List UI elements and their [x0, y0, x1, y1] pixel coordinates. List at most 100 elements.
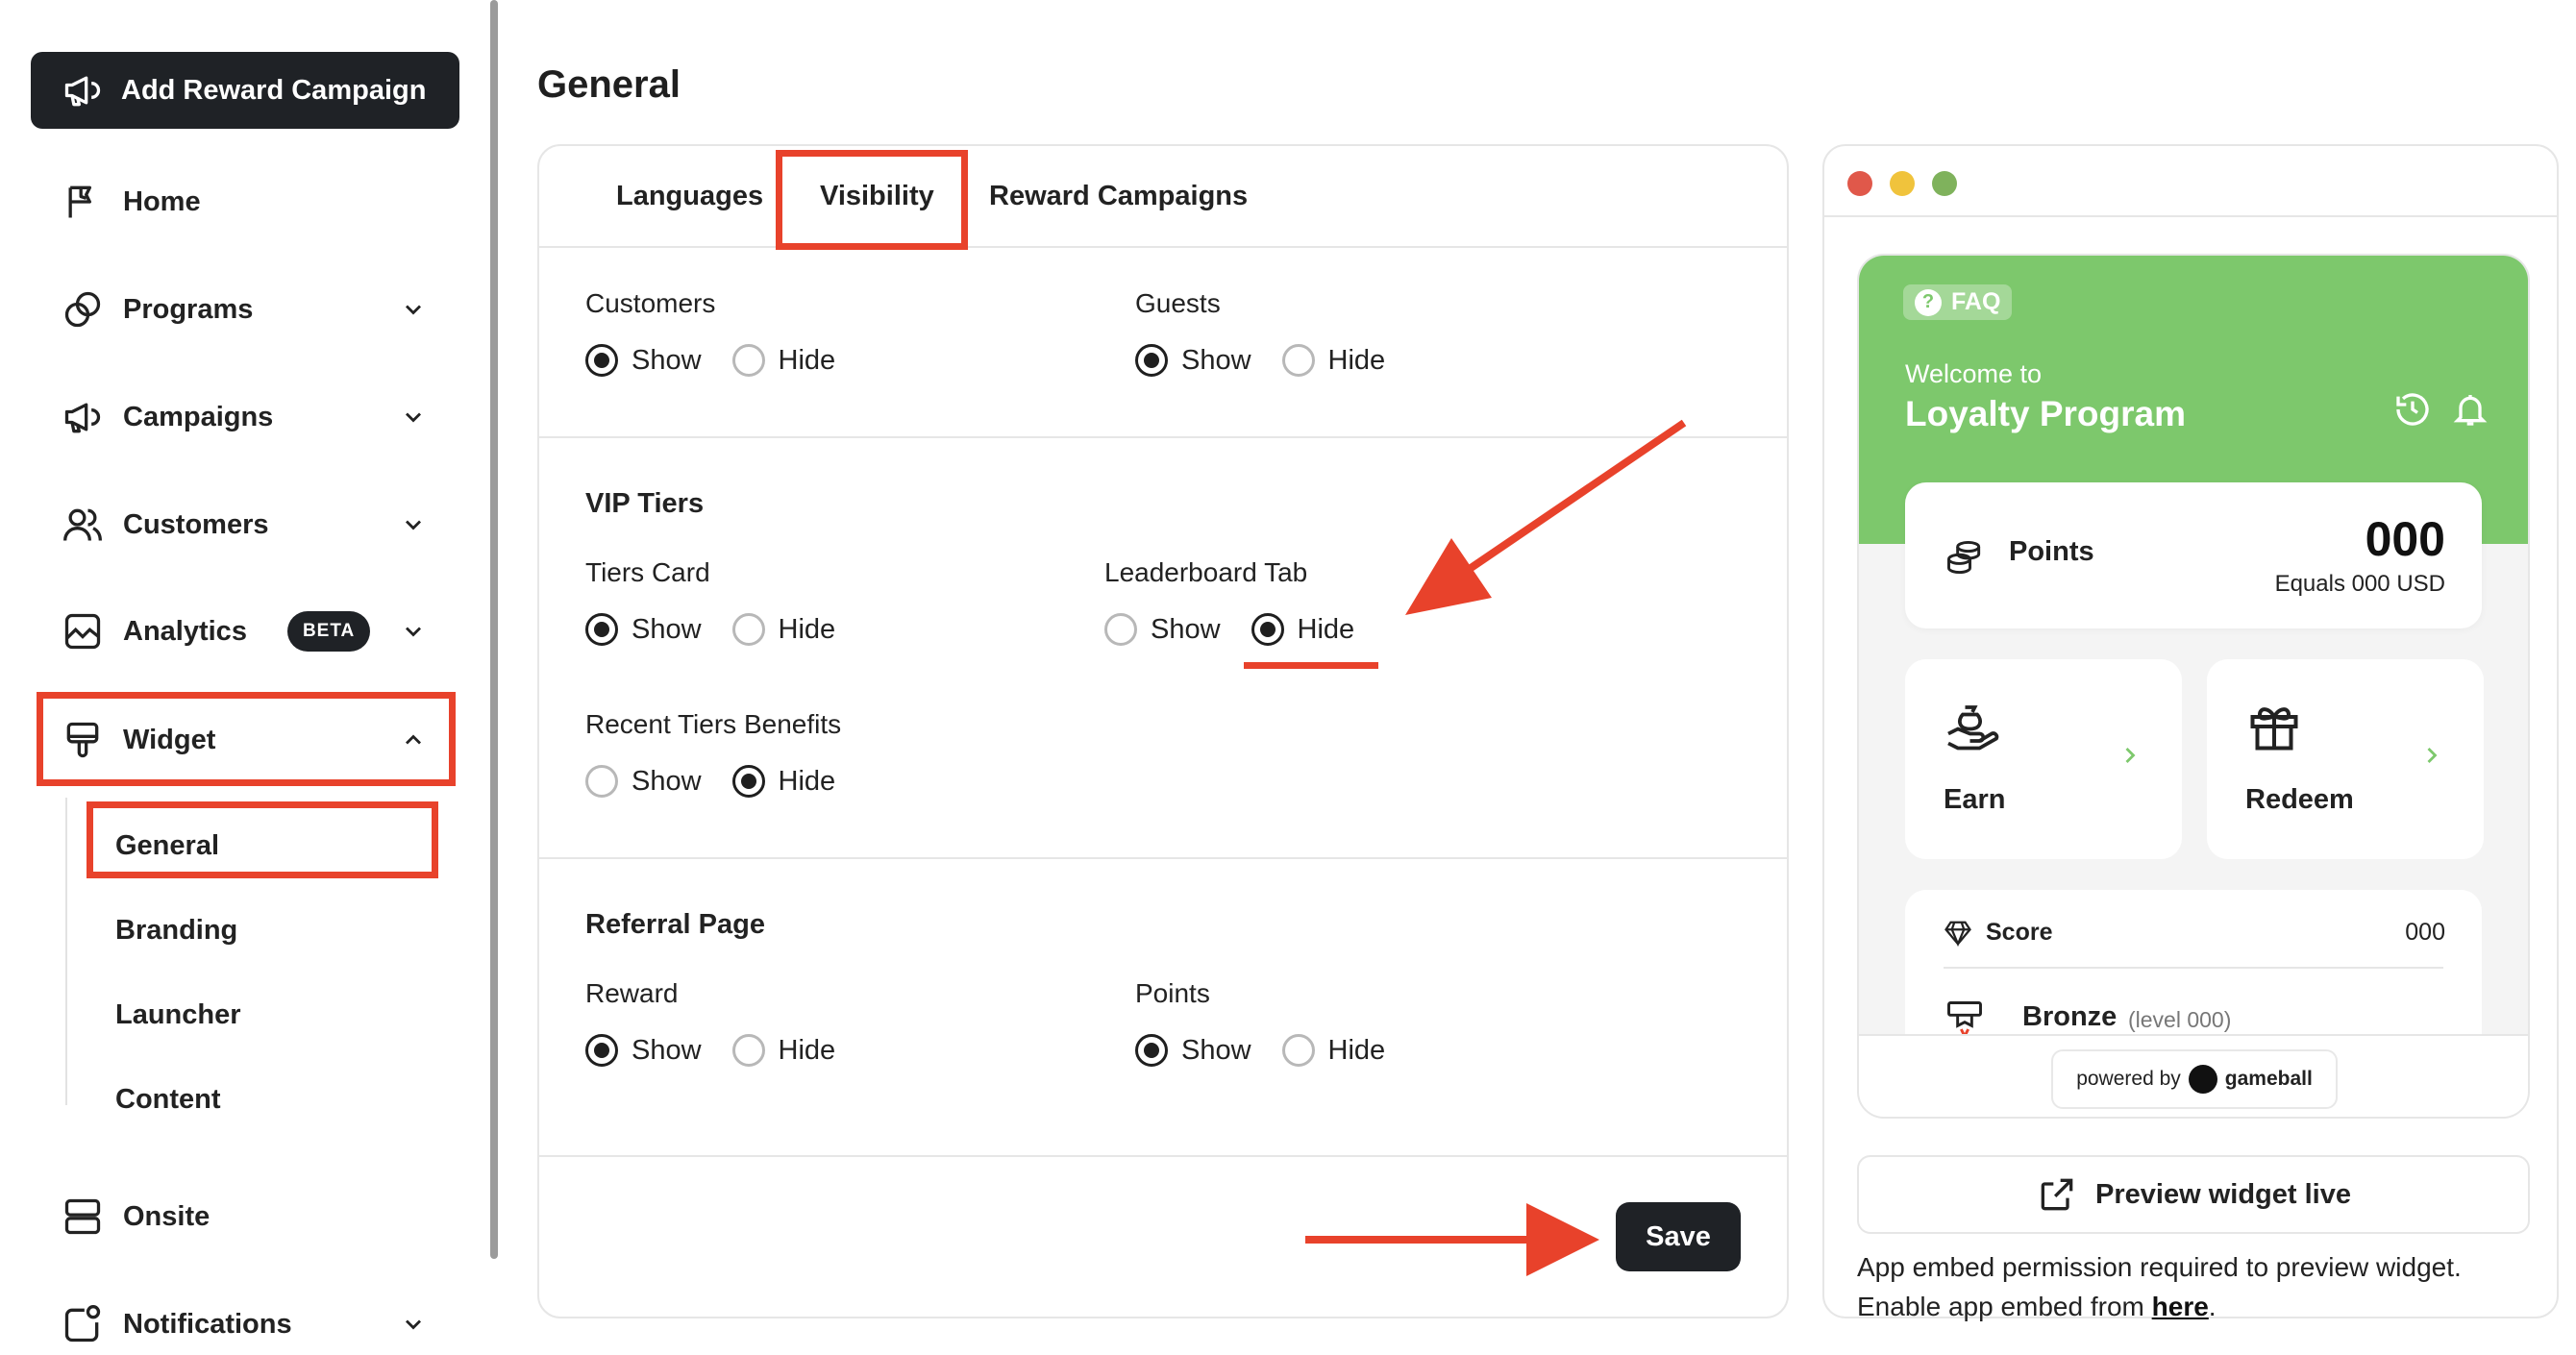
- widget-preview-panel: ? FAQ Welcome to Loyalty Program Points …: [1822, 144, 2559, 1321]
- minimize-dot-icon: [1890, 171, 1915, 196]
- megaphone-icon: [64, 76, 101, 107]
- chevron-down-icon[interactable]: [400, 404, 427, 431]
- radio-button[interactable]: [1251, 613, 1284, 646]
- window-dots: [1847, 171, 1957, 196]
- sidebar: Add Reward Campaign Home Programs Campai…: [0, 0, 492, 1355]
- embed-here-link[interactable]: here: [2152, 1292, 2209, 1321]
- radio-button[interactable]: [1281, 1034, 1315, 1067]
- sidebar-item-label: Notifications: [123, 1308, 292, 1340]
- program-name: Loyalty Program: [1905, 394, 2186, 433]
- radio-button[interactable]: [585, 765, 618, 798]
- bell-icon[interactable]: [2451, 390, 2489, 429]
- settings-card: Languages Visibility Reward Campaigns Cu…: [537, 144, 1789, 1318]
- recent-tiers-hide-option[interactable]: Hide: [731, 765, 835, 798]
- tiers-card-hide-option[interactable]: Hide: [731, 613, 836, 646]
- customers-hide-option[interactable]: Hide: [731, 344, 836, 377]
- radio-button[interactable]: [1135, 1034, 1168, 1067]
- sidebar-subitem-launcher[interactable]: Launcher: [115, 999, 241, 1031]
- reward-label: Reward: [585, 978, 679, 1008]
- tiers-card-show-option[interactable]: Show: [585, 613, 702, 646]
- tab-reward-campaigns[interactable]: Reward Campaigns: [989, 181, 1248, 212]
- preview-widget-live-button[interactable]: Preview widget live: [1857, 1155, 2530, 1234]
- chevron-down-icon[interactable]: [400, 1311, 427, 1338]
- radio-button[interactable]: [1281, 344, 1315, 377]
- section-divider: [539, 436, 1787, 438]
- referral-page-title: Referral Page: [585, 909, 765, 940]
- megaphone-icon: [62, 396, 104, 438]
- chevron-down-icon[interactable]: [400, 296, 427, 323]
- radio-button[interactable]: [731, 613, 765, 646]
- sidebar-item-programs[interactable]: Programs: [62, 281, 446, 338]
- history-icon[interactable]: [2393, 390, 2432, 429]
- redeem-tile[interactable]: Redeem: [2207, 659, 2484, 859]
- points-radio-group: Show Hide: [1135, 1034, 1416, 1067]
- sidebar-item-onsite[interactable]: Onsite: [62, 1188, 446, 1245]
- option-label: Show: [632, 344, 702, 376]
- points-hide-option[interactable]: Hide: [1281, 1034, 1385, 1067]
- customers-show-option[interactable]: Show: [585, 344, 702, 377]
- sidebar-item-label: Home: [123, 185, 201, 217]
- highlight-visibility-tab-box: [776, 150, 968, 250]
- leaderboard-show-option[interactable]: Show: [1104, 613, 1221, 646]
- chart-icon: [62, 610, 104, 653]
- score-divider: [1944, 967, 2443, 969]
- radio-button[interactable]: [585, 1034, 618, 1067]
- radio-button[interactable]: [731, 344, 765, 377]
- faq-button[interactable]: ? FAQ: [1903, 284, 2013, 320]
- guests-label: Guests: [1135, 288, 1221, 318]
- add-reward-campaign-label: Add Reward Campaign: [121, 74, 427, 106]
- gift-icon: [2250, 707, 2298, 751]
- guests-hide-option[interactable]: Hide: [1281, 344, 1385, 377]
- option-label: Show: [632, 1034, 702, 1066]
- option-label: Show: [632, 613, 702, 645]
- embed-permission-note: App embed permission required to preview…: [1857, 1247, 2549, 1326]
- question-icon: ?: [1915, 288, 1942, 316]
- sidebar-item-customers[interactable]: Customers: [62, 496, 446, 554]
- tab-bar: Languages Visibility Reward Campaigns: [539, 146, 1787, 248]
- chevron-down-icon[interactable]: [400, 511, 427, 538]
- score-label: Score: [1986, 919, 2053, 946]
- guests-show-option[interactable]: Show: [1135, 344, 1251, 377]
- radio-button[interactable]: [1135, 344, 1168, 377]
- external-link-icon: [2041, 1178, 2073, 1211]
- radio-button[interactable]: [731, 765, 765, 798]
- radio-button[interactable]: [585, 344, 618, 377]
- radio-button[interactable]: [1104, 613, 1137, 646]
- sidebar-item-campaigns[interactable]: Campaigns: [62, 388, 446, 446]
- sidebar-item-label: Programs: [123, 293, 254, 325]
- option-label: Show: [1151, 613, 1221, 645]
- option-label: Hide: [778, 344, 836, 376]
- save-button[interactable]: Save: [1616, 1202, 1741, 1271]
- sidebar-item-home[interactable]: Home: [62, 173, 446, 231]
- sidebar-scrollbar[interactable]: [490, 0, 498, 1259]
- sidebar-item-label: Onsite: [123, 1200, 211, 1232]
- sidebar-item-analytics[interactable]: Analytics BETA: [62, 603, 446, 660]
- highlight-general-box: [87, 801, 438, 878]
- sidebar-item-label: Campaigns: [123, 401, 274, 432]
- sidebar-item-notifications[interactable]: Notifications: [62, 1295, 446, 1353]
- sidebar-subitem-content[interactable]: Content: [115, 1084, 221, 1116]
- chevron-down-icon[interactable]: [400, 618, 427, 645]
- maximize-dot-icon: [1932, 171, 1957, 196]
- earn-tile[interactable]: Earn: [1905, 659, 2182, 859]
- points-show-option[interactable]: Show: [1135, 1034, 1251, 1067]
- sidebar-subitem-branding[interactable]: Branding: [115, 915, 237, 947]
- customers-label: Customers: [585, 288, 716, 318]
- powered-by-badge[interactable]: powered by gameball: [2051, 1049, 2338, 1109]
- add-reward-campaign-button[interactable]: Add Reward Campaign: [31, 52, 459, 129]
- tab-languages[interactable]: Languages: [616, 181, 763, 212]
- bell-square-icon: [62, 1303, 104, 1345]
- recent-tiers-show-option[interactable]: Show: [585, 765, 702, 798]
- radio-button[interactable]: [731, 1034, 765, 1067]
- tiers-card-label: Tiers Card: [585, 557, 710, 587]
- option-label: Show: [632, 765, 702, 797]
- tier-name: Bronze: [2022, 1001, 2118, 1032]
- programs-icon: [62, 288, 104, 331]
- radio-button[interactable]: [585, 613, 618, 646]
- reward-show-option[interactable]: Show: [585, 1034, 702, 1067]
- leaderboard-hide-option[interactable]: Hide: [1251, 613, 1354, 646]
- points-value: 000: [2365, 512, 2445, 566]
- points-equals: Equals 000 USD: [2274, 571, 2445, 597]
- reward-hide-option[interactable]: Hide: [731, 1034, 835, 1067]
- option-label: Hide: [778, 613, 836, 645]
